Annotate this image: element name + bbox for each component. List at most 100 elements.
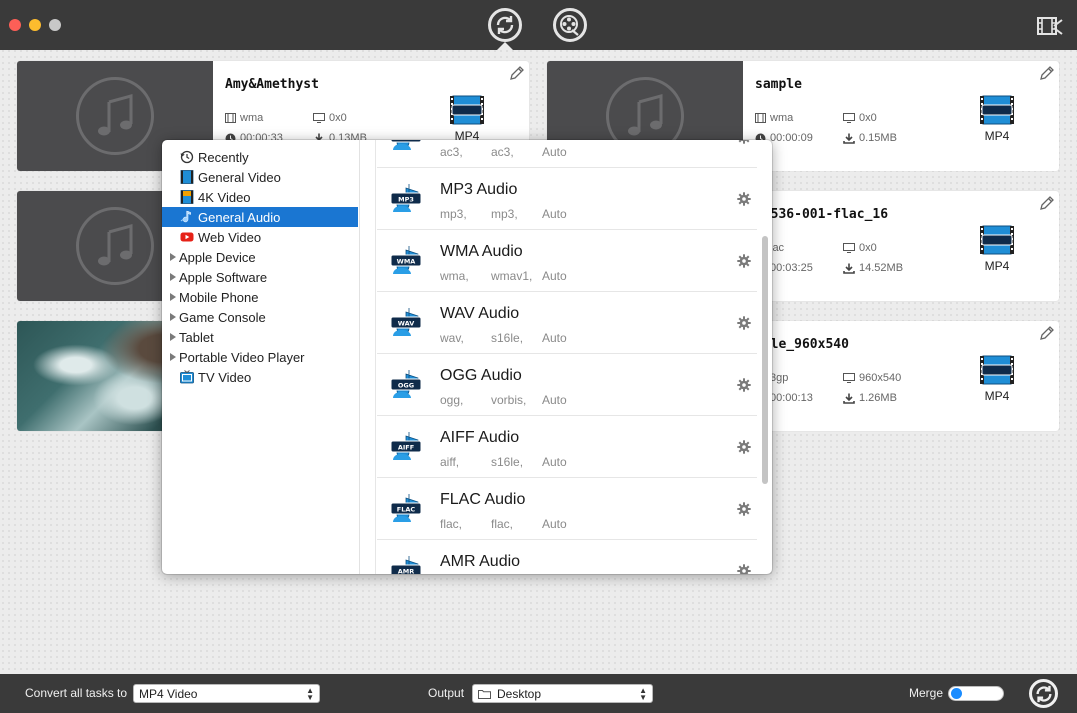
resolution-text: 0x0 <box>859 112 877 124</box>
monitor-icon <box>843 243 855 253</box>
gear-icon[interactable] <box>737 440 751 454</box>
audio-note-icon <box>180 210 191 223</box>
audio-format-icon: OGG <box>390 370 422 398</box>
edit-pencil-icon[interactable] <box>1039 195 1055 211</box>
category-label: Apple Software <box>179 269 268 285</box>
audio-format-icon: AMR <box>390 556 422 575</box>
gear-icon[interactable] <box>737 254 751 268</box>
monitor-icon <box>843 373 855 383</box>
quality: Auto <box>542 331 567 345</box>
format-badge-text: AC3 <box>399 140 413 142</box>
category-general-audio[interactable]: General Audio <box>162 207 358 227</box>
audio-format-icon: MP3 <box>390 184 422 212</box>
task-title: S1536-001-flac_16 <box>755 207 889 222</box>
category-recently[interactable]: Recently <box>162 147 358 167</box>
format-row-ogg-audio[interactable]: OGG OGG Audio ogg, vorbis, Auto <box>377 354 757 416</box>
disclosure-triangle-icon[interactable] <box>170 313 176 321</box>
zoom-window-button[interactable] <box>49 19 61 31</box>
source-format-text: wma <box>770 112 794 124</box>
convert-all-button[interactable] <box>1029 679 1058 708</box>
edit-pencil-icon[interactable] <box>1039 325 1055 341</box>
disclosure-triangle-icon[interactable] <box>170 353 176 361</box>
category-label: Game Console <box>179 309 266 325</box>
film-icon <box>225 113 236 123</box>
convert-all-select[interactable]: MP4 Video ▲ ▼ <box>133 684 320 703</box>
file-size: 1.26MB <box>843 392 897 404</box>
format-badge-text: WMA <box>397 258 416 266</box>
format-row-mp3-audio[interactable]: MP3 MP3 Audio mp3, mp3, Auto <box>377 168 757 230</box>
format-row-amr-audio[interactable]: AMR AMR Audio <box>377 540 757 574</box>
category-tablet[interactable]: Tablet <box>162 327 358 347</box>
edit-tool-button[interactable] <box>553 8 587 42</box>
file-size: 14.52MB <box>843 262 903 274</box>
output-format-button[interactable]: MP4 <box>979 225 1015 273</box>
output-format-label: MP4 <box>984 129 1010 143</box>
format-name: FLAC Audio <box>440 491 526 508</box>
edit-pencil-icon[interactable] <box>509 65 525 81</box>
container-codec: mp3, <box>440 207 467 221</box>
category-list: Recently General Video 4K Video General Aud… <box>162 140 359 574</box>
category-portable-video-player[interactable]: Portable Video Player <box>162 347 358 367</box>
format-row-aiff-audio[interactable]: AIFF AIFF Audio aiff, s16le, Auto <box>377 416 757 478</box>
thumbnail-placeholder <box>76 207 154 285</box>
output-value: Desktop <box>497 686 542 701</box>
format-row-wma-audio[interactable]: WMA WMA Audio wma, wmav1, Auto <box>377 230 757 292</box>
category-apple-device[interactable]: Apple Device <box>162 247 358 267</box>
output-format-button[interactable]: MP4 <box>979 355 1015 403</box>
gear-icon[interactable] <box>737 192 751 206</box>
disclosure-triangle-icon[interactable] <box>170 253 176 261</box>
pane-divider <box>359 140 360 574</box>
source-format-text: lac <box>770 242 785 254</box>
category-web-video[interactable]: Web Video <box>162 227 358 247</box>
source-format: wma <box>755 112 793 124</box>
gear-icon[interactable] <box>737 140 751 144</box>
category-4k-video[interactable]: 4K Video <box>162 187 358 207</box>
category-label: 4K Video <box>198 189 251 205</box>
minimize-window-button[interactable] <box>29 19 41 31</box>
audio-codec: ac3, <box>491 145 514 159</box>
format-list-scrollbar[interactable] <box>762 236 768 484</box>
task-title: sample <box>755 77 802 92</box>
close-window-button[interactable] <box>9 19 21 31</box>
output-format-label: MP4 <box>984 389 1010 403</box>
disclosure-triangle-icon[interactable] <box>170 333 176 341</box>
format-row-ac3[interactable]: AC3 ac3, ac3, Auto <box>377 140 757 168</box>
4k-film-icon <box>180 190 194 204</box>
category-tv-video[interactable]: TV Video <box>162 367 358 387</box>
category-apple-software[interactable]: Apple Software <box>162 267 358 287</box>
edit-pencil-icon[interactable] <box>1039 65 1055 81</box>
output-format-button[interactable]: MP4 <box>979 95 1015 143</box>
gear-icon[interactable] <box>737 378 751 392</box>
film-reel-icon <box>560 15 579 36</box>
convert-all-label: Convert all tasks to <box>25 686 128 700</box>
gear-icon[interactable] <box>737 502 751 516</box>
category-general-video[interactable]: General Video <box>162 167 358 187</box>
monitor-icon <box>843 113 855 123</box>
format-row-wav-audio[interactable]: WAV WAV Audio wav, s16le, Auto <box>377 292 757 354</box>
merge-toggle-knob <box>951 688 962 699</box>
format-badge-text: WAV <box>398 320 415 328</box>
merge-toggle[interactable] <box>948 686 1004 701</box>
media-browser-icon[interactable] <box>1036 14 1064 38</box>
category-label: Tablet <box>179 329 214 345</box>
category-mobile-phone[interactable]: Mobile Phone <box>162 287 358 307</box>
format-badge-text: AMR <box>398 568 415 575</box>
convert-tool-button[interactable] <box>488 8 522 42</box>
duration-text: 00:00:13 <box>770 392 813 404</box>
disclosure-triangle-icon[interactable] <box>170 273 176 281</box>
output-format-button[interactable]: MP4 <box>449 95 485 143</box>
audio-format-icon: FLAC <box>390 494 422 522</box>
file-size: 0.15MB <box>843 132 897 144</box>
active-tool-indicator <box>497 42 513 50</box>
resolution: 0x0 <box>843 242 877 254</box>
gear-icon[interactable] <box>737 316 751 330</box>
audio-format-icon: WMA <box>390 246 422 274</box>
category-game-console[interactable]: Game Console <box>162 307 358 327</box>
output-select[interactable]: Desktop ▲ ▼ <box>472 684 653 703</box>
pane-divider <box>375 140 376 574</box>
format-name: OGG Audio <box>440 367 522 384</box>
disclosure-triangle-icon[interactable] <box>170 293 176 301</box>
format-badge-text: MP3 <box>398 196 414 204</box>
gear-icon[interactable] <box>737 564 751 574</box>
format-row-flac-audio[interactable]: FLAC FLAC Audio flac, flac, Auto <box>377 478 757 540</box>
